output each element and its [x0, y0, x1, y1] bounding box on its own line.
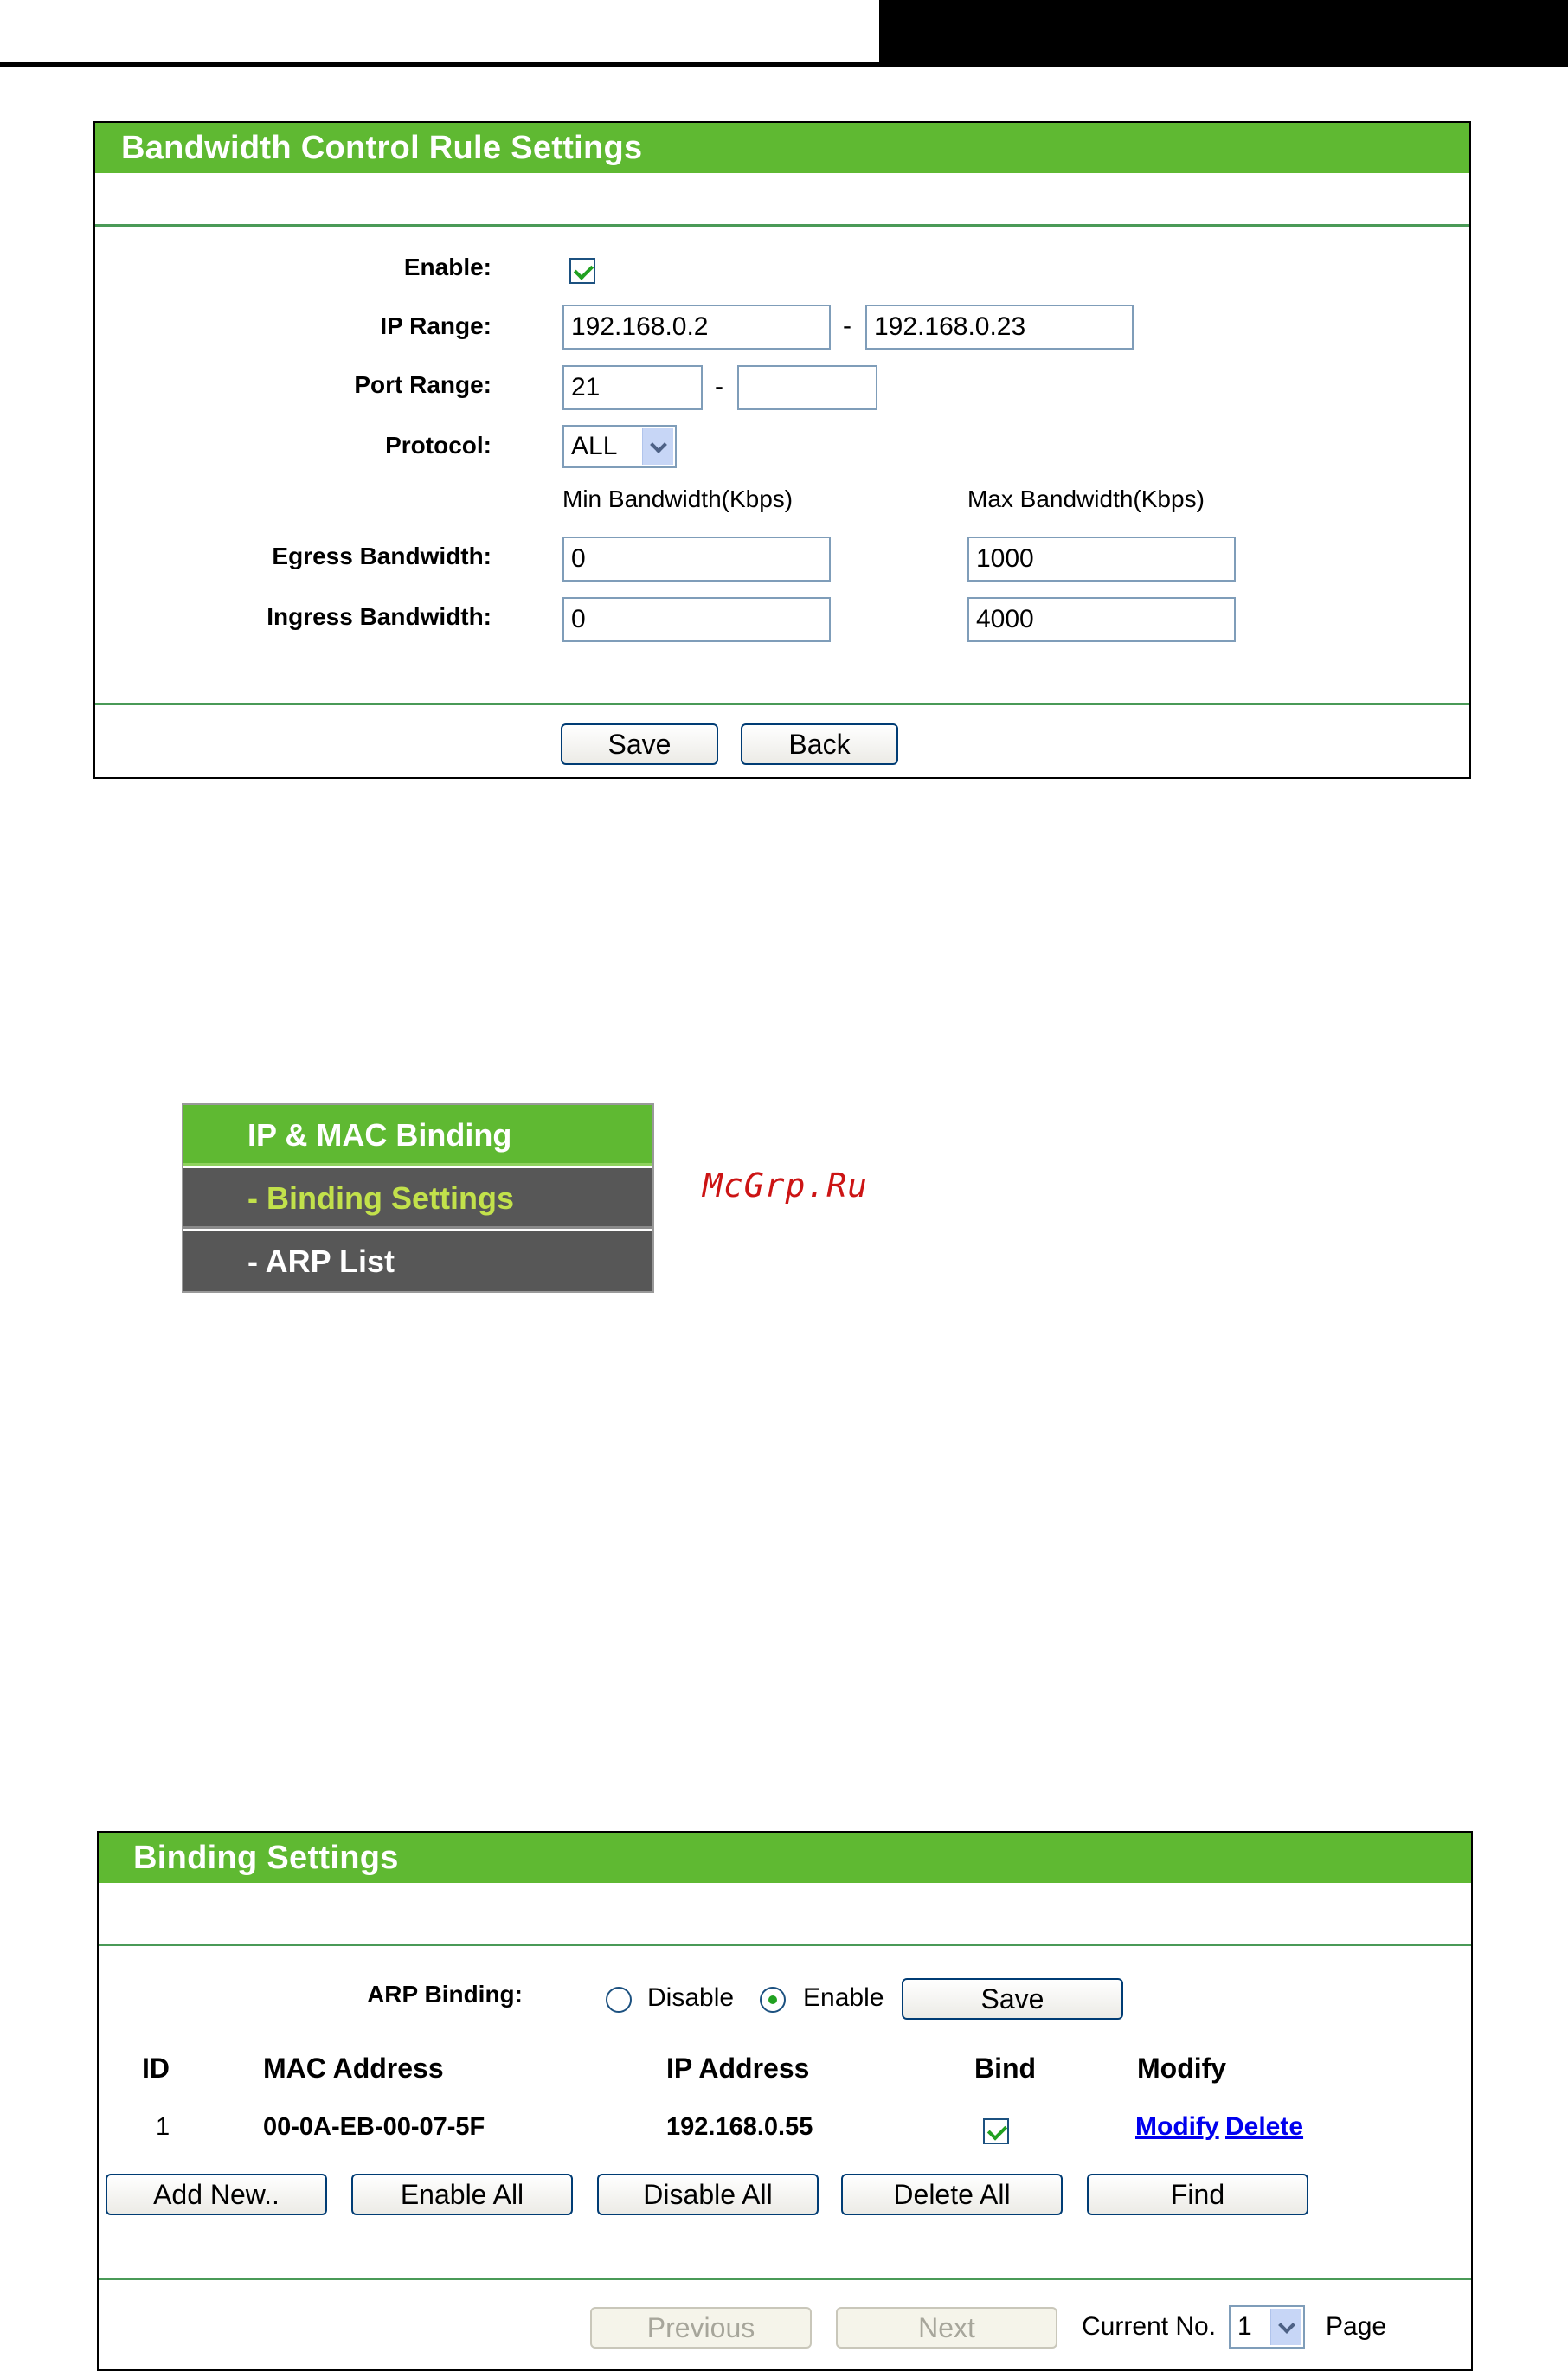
port-range-label: Port Range: [354, 371, 492, 398]
ingress-bandwidth-label: Ingress Bandwidth: [267, 603, 492, 630]
menu-title-ip-mac-binding[interactable]: IP & MAC Binding [183, 1105, 652, 1166]
delete-all-button[interactable]: Delete All [841, 2174, 1063, 2215]
arp-disable-label: Disable [647, 1983, 735, 2012]
enable-all-button[interactable]: Enable All [351, 2174, 573, 2215]
protocol-select[interactable]: ALL [562, 425, 677, 468]
panel-title: Binding Settings [99, 1833, 1471, 1883]
bandwidth-control-panel: Bandwidth Control Rule Settings Enable: … [93, 121, 1471, 779]
egress-bandwidth-label: Egress Bandwidth: [272, 543, 492, 569]
previous-button[interactable]: Previous [590, 2307, 812, 2349]
ip-mac-binding-menu: IP & MAC Binding - Binding Settings - AR… [182, 1103, 654, 1293]
arp-binding-label: ARP Binding: [367, 1981, 523, 2008]
max-bandwidth-header: Max Bandwidth(Kbps) [967, 485, 1205, 512]
current-no-label: Current No. [1082, 2312, 1217, 2341]
row-modify-link[interactable]: Modify [1135, 2111, 1219, 2143]
ip-range-start-input[interactable]: 192.168.0.2 [562, 305, 831, 350]
protocol-selected-value: ALL [571, 432, 618, 460]
chevron-down-icon[interactable] [642, 428, 673, 465]
chevron-down-icon[interactable] [1270, 2309, 1301, 2345]
port-range-end-input[interactable] [737, 365, 877, 410]
panel-title: Bandwidth Control Rule Settings [95, 123, 1469, 173]
ip-range-end-input[interactable]: 192.168.0.23 [865, 305, 1134, 350]
column-header-bind: Bind [974, 2053, 1037, 2084]
port-range-start-input[interactable]: 21 [562, 365, 703, 410]
egress-min-input[interactable]: 0 [562, 537, 831, 582]
arp-enable-label: Enable [803, 1983, 884, 2012]
row-ip-address: 192.168.0.55 [666, 2113, 813, 2141]
port-range-separator: - [715, 372, 723, 401]
find-button[interactable]: Find [1087, 2174, 1308, 2215]
arp-disable-radio[interactable] [606, 1987, 632, 2013]
page-selected-value: 1 [1237, 2312, 1252, 2341]
row-delete-link[interactable]: Delete [1225, 2111, 1303, 2143]
enable-checkbox[interactable] [569, 258, 595, 284]
divider [95, 703, 1469, 705]
page-top-block [879, 0, 1568, 67]
arp-save-button[interactable]: Save [902, 1978, 1123, 2020]
disable-all-button[interactable]: Disable All [597, 2174, 819, 2215]
page-select[interactable]: 1 [1229, 2305, 1305, 2349]
next-button[interactable]: Next [836, 2307, 1057, 2349]
menu-item-binding-settings[interactable]: - Binding Settings [183, 1168, 652, 1229]
ip-range-separator: - [843, 312, 851, 340]
row-id: 1 [156, 2113, 170, 2141]
column-header-mac-address: MAC Address [263, 2053, 444, 2084]
ingress-min-input[interactable]: 0 [562, 597, 831, 642]
menu-item-arp-list[interactable]: - ARP List [183, 1231, 652, 1291]
column-header-ip-address: IP Address [666, 2053, 810, 2084]
page-label: Page [1326, 2312, 1387, 2341]
divider [95, 224, 1469, 227]
min-bandwidth-header: Min Bandwidth(Kbps) [562, 485, 794, 512]
add-new-button[interactable]: Add New.. [106, 2174, 327, 2215]
egress-max-input[interactable]: 1000 [967, 537, 1236, 582]
enable-label: Enable: [403, 254, 492, 280]
divider [99, 2278, 1471, 2280]
row-mac-address: 00-0A-EB-00-07-5F [263, 2113, 485, 2141]
protocol-label: Protocol: [385, 432, 492, 459]
arp-enable-radio[interactable] [760, 1987, 786, 2013]
back-button[interactable]: Back [741, 723, 898, 765]
binding-settings-panel: Binding Settings ARP Binding: Disable En… [97, 1831, 1473, 2371]
ingress-max-input[interactable]: 4000 [967, 597, 1236, 642]
save-button[interactable]: Save [561, 723, 718, 765]
row-bind-checkbox[interactable] [983, 2118, 1009, 2144]
column-header-id: ID [142, 2053, 170, 2084]
column-header-modify: Modify [1137, 2053, 1227, 2084]
ip-range-label: IP Range: [380, 312, 492, 339]
divider [99, 1944, 1471, 1946]
watermark-text: McGrp.Ru [703, 1166, 869, 1205]
